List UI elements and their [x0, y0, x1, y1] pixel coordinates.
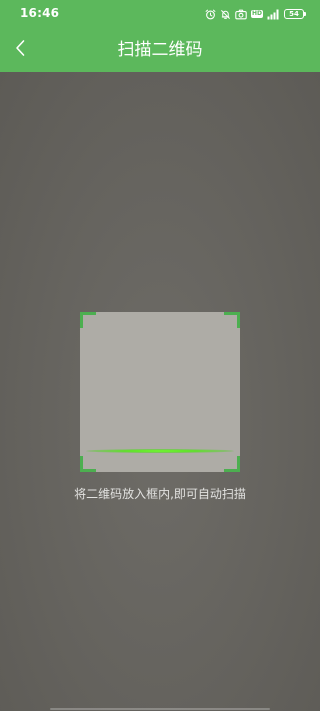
scan-frame-corner-bottom-left [80, 456, 96, 472]
status-time: 16:46 [20, 6, 60, 20]
gesture-nav-handle[interactable] [50, 708, 270, 710]
status-bar: 16:46 HD 54 [0, 0, 320, 28]
battery-icon: 54 [284, 9, 306, 19]
scan-hint: 将二维码放入框内,即可自动扫描 [74, 487, 246, 501]
title-bar: 扫描二维码 [0, 28, 320, 72]
scan-frame-corner-top-right [224, 312, 240, 328]
alarm-icon [205, 9, 216, 20]
hd-icon: HD [250, 10, 263, 18]
scan-frame-corner-top-left [80, 312, 96, 328]
battery-level: 54 [289, 10, 299, 18]
mute-bell-icon [220, 9, 231, 20]
scan-line [86, 449, 234, 453]
status-icons: HD 54 [205, 7, 306, 21]
signal-icon [267, 9, 280, 20]
scan-frame-corner-bottom-right [224, 456, 240, 472]
qr-scan-screen: 16:46 HD 54 扫描二维码 将二维码放入框内,即可自动扫描 [0, 0, 320, 711]
camera-icon [235, 9, 247, 20]
page-title: 扫描二维码 [117, 40, 203, 60]
scan-frame [80, 312, 240, 472]
